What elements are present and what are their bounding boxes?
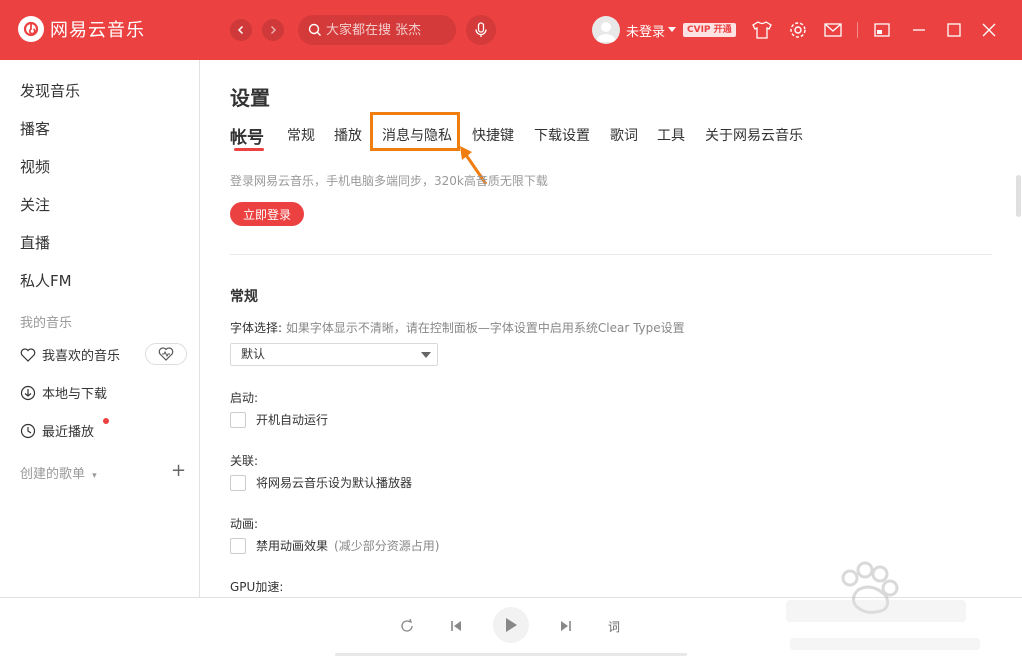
auto-start-checkbox[interactable]: 开机自动运行 bbox=[230, 411, 328, 428]
next-icon bbox=[561, 621, 571, 631]
minimize-icon bbox=[913, 29, 925, 31]
tab-about[interactable]: 关于网易云音乐 bbox=[705, 125, 803, 145]
sidebar-item-discover[interactable]: 发现音乐 bbox=[20, 80, 80, 101]
tshirt-icon bbox=[752, 21, 772, 39]
minimize-button[interactable] bbox=[908, 19, 930, 41]
chevron-down-icon bbox=[421, 352, 431, 358]
skin-button[interactable] bbox=[751, 19, 773, 41]
baidu-watermark-icon bbox=[786, 561, 980, 650]
login-button[interactable]: 立即登录 bbox=[230, 202, 304, 226]
tab-general[interactable]: 常规 bbox=[287, 125, 315, 145]
section-title-general: 常规 bbox=[230, 289, 258, 305]
title-bar: 网易云音乐 未登录 CVIP 开通 bbox=[0, 0, 1022, 60]
sidebar: 发现音乐 播客 视频 关注 直播 私人FM 我的音乐 我喜欢的音乐 本地与下载 … bbox=[0, 60, 200, 597]
sidebar-item-label: 我喜欢的音乐 bbox=[42, 349, 121, 364]
sidebar-group-created-playlists[interactable]: 创建的歌单 ▾ bbox=[20, 463, 97, 482]
sidebar-group-my-music: 我的音乐 bbox=[20, 316, 73, 331]
mini-mode-icon bbox=[874, 23, 890, 37]
voice-search-button[interactable] bbox=[466, 15, 496, 45]
sidebar-item-liked[interactable]: 我喜欢的音乐 bbox=[20, 345, 120, 364]
play-button[interactable] bbox=[493, 607, 529, 643]
gpu-label: GPU加速: bbox=[230, 580, 284, 594]
search-input[interactable] bbox=[326, 22, 446, 38]
settings-panel: 设置 帐号 常规 播放 消息与隐私 快捷键 下载设置 歌词 工具 关于网易云音乐… bbox=[201, 60, 1022, 597]
tab-download[interactable]: 下载设置 bbox=[534, 125, 590, 145]
user-icon bbox=[596, 22, 616, 42]
chevron-right-icon bbox=[270, 25, 277, 35]
netease-logo-icon bbox=[18, 16, 44, 42]
vip-badge[interactable]: CVIP 开通 bbox=[683, 23, 736, 37]
heart-icon bbox=[20, 347, 36, 362]
sidebar-item-live[interactable]: 直播 bbox=[20, 232, 50, 253]
tab-lyrics[interactable]: 歌词 bbox=[610, 125, 638, 145]
active-tab-indicator bbox=[234, 148, 264, 151]
font-select[interactable]: 默认 bbox=[230, 343, 438, 366]
next-button[interactable] bbox=[557, 617, 575, 635]
checkbox[interactable] bbox=[230, 411, 246, 428]
tab-tools[interactable]: 工具 bbox=[657, 125, 685, 145]
chevron-down-icon[interactable] bbox=[668, 27, 676, 32]
app-title: 网易云音乐 bbox=[50, 20, 145, 41]
add-playlist-button[interactable]: + bbox=[171, 462, 186, 480]
sidebar-item-recent[interactable]: 最近播放 bbox=[20, 421, 94, 440]
avatar[interactable] bbox=[592, 16, 620, 44]
default-player-checkbox[interactable]: 将网易云音乐设为默认播放器 bbox=[230, 474, 412, 491]
scrollbar[interactable] bbox=[1016, 175, 1021, 217]
clock-icon bbox=[20, 423, 36, 438]
previous-button[interactable] bbox=[447, 617, 465, 635]
search-icon bbox=[308, 23, 321, 36]
sidebar-item-label: 本地与下载 bbox=[42, 387, 108, 402]
account-description: 登录网易云音乐，手机电脑多端同步，320k高音质无限下载 bbox=[230, 174, 548, 188]
heartbeat-icon bbox=[158, 347, 174, 361]
checkbox[interactable] bbox=[230, 474, 246, 491]
sidebar-item-video[interactable]: 视频 bbox=[20, 156, 50, 177]
tab-shortcuts[interactable]: 快捷键 bbox=[472, 125, 514, 145]
user-name[interactable]: 未登录 bbox=[626, 21, 665, 40]
gear-icon bbox=[790, 22, 806, 38]
checkbox[interactable] bbox=[230, 537, 246, 554]
chevron-left-icon bbox=[237, 25, 244, 35]
font-setting-label: 字体选择: 如果字体显示不清晰，请在控制面板—字体设置中启用系统Clear Ty… bbox=[230, 321, 685, 335]
loop-icon bbox=[401, 618, 413, 632]
startup-label: 启动: bbox=[230, 391, 259, 405]
heartbeat-mode-button[interactable] bbox=[145, 343, 187, 365]
forward-button[interactable] bbox=[262, 19, 284, 41]
section-divider bbox=[230, 254, 992, 255]
messages-button[interactable] bbox=[822, 19, 844, 41]
download-icon bbox=[20, 385, 36, 400]
font-hint: 如果字体显示不清晰，请在控制面板—字体设置中启用系统Clear Type设置 bbox=[285, 321, 685, 335]
highlight-box bbox=[370, 112, 460, 151]
maximize-icon bbox=[947, 23, 961, 37]
mini-mode-button[interactable] bbox=[871, 19, 893, 41]
tab-account[interactable]: 帐号 bbox=[230, 123, 264, 148]
back-button[interactable] bbox=[230, 19, 252, 41]
animation-label: 动画: bbox=[230, 517, 259, 531]
sidebar-item-follow[interactable]: 关注 bbox=[20, 194, 50, 215]
page-title: 设置 bbox=[230, 86, 270, 110]
microphone-icon bbox=[475, 22, 487, 37]
maximize-button[interactable] bbox=[943, 19, 965, 41]
sidebar-item-podcast[interactable]: 播客 bbox=[20, 118, 50, 139]
sidebar-item-label: 最近播放 bbox=[42, 425, 95, 440]
app-logo[interactable]: 网易云音乐 bbox=[18, 16, 145, 42]
progress-bar[interactable] bbox=[335, 653, 687, 656]
settings-button[interactable] bbox=[787, 19, 809, 41]
loop-button[interactable] bbox=[398, 617, 416, 635]
caret-down-icon: ▾ bbox=[92, 471, 97, 481]
divider bbox=[857, 22, 858, 38]
association-label: 关联: bbox=[230, 454, 259, 468]
notification-dot bbox=[103, 418, 109, 424]
previous-icon bbox=[451, 621, 461, 631]
disable-animation-checkbox[interactable]: 禁用动画效果 (减少部分资源占用) bbox=[230, 537, 439, 554]
close-icon bbox=[982, 23, 996, 37]
search-box[interactable] bbox=[298, 15, 456, 45]
sidebar-item-local[interactable]: 本地与下载 bbox=[20, 383, 107, 402]
tab-playback[interactable]: 播放 bbox=[334, 125, 362, 145]
play-icon bbox=[506, 618, 517, 632]
sidebar-item-fm[interactable]: 私人FM bbox=[20, 270, 72, 291]
close-button[interactable] bbox=[978, 19, 1000, 41]
lyric-button[interactable]: 词 bbox=[608, 618, 620, 635]
mail-icon bbox=[824, 23, 842, 37]
